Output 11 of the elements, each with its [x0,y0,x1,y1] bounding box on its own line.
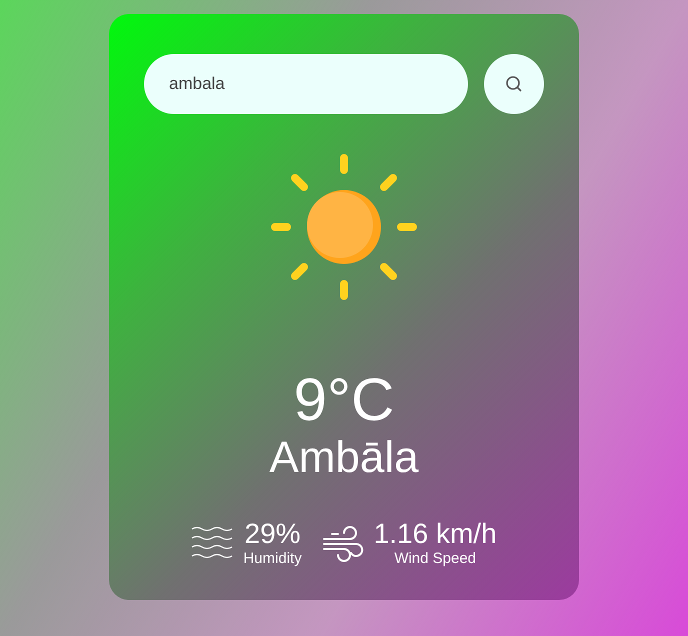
detail-value: 1.16 km/h [374,520,497,548]
sun-icon [269,152,419,302]
search-icon [505,75,523,93]
city-name: Ambāla [269,436,419,480]
search-field[interactable]: ambala [144,54,468,114]
temperature: 9°C [294,370,394,430]
detail-label: Wind Speed [394,551,476,566]
waves-icon [191,525,234,561]
detail-value: 29% [244,520,301,548]
detail-label: Humidity [243,551,302,566]
wind-icon [322,523,364,563]
